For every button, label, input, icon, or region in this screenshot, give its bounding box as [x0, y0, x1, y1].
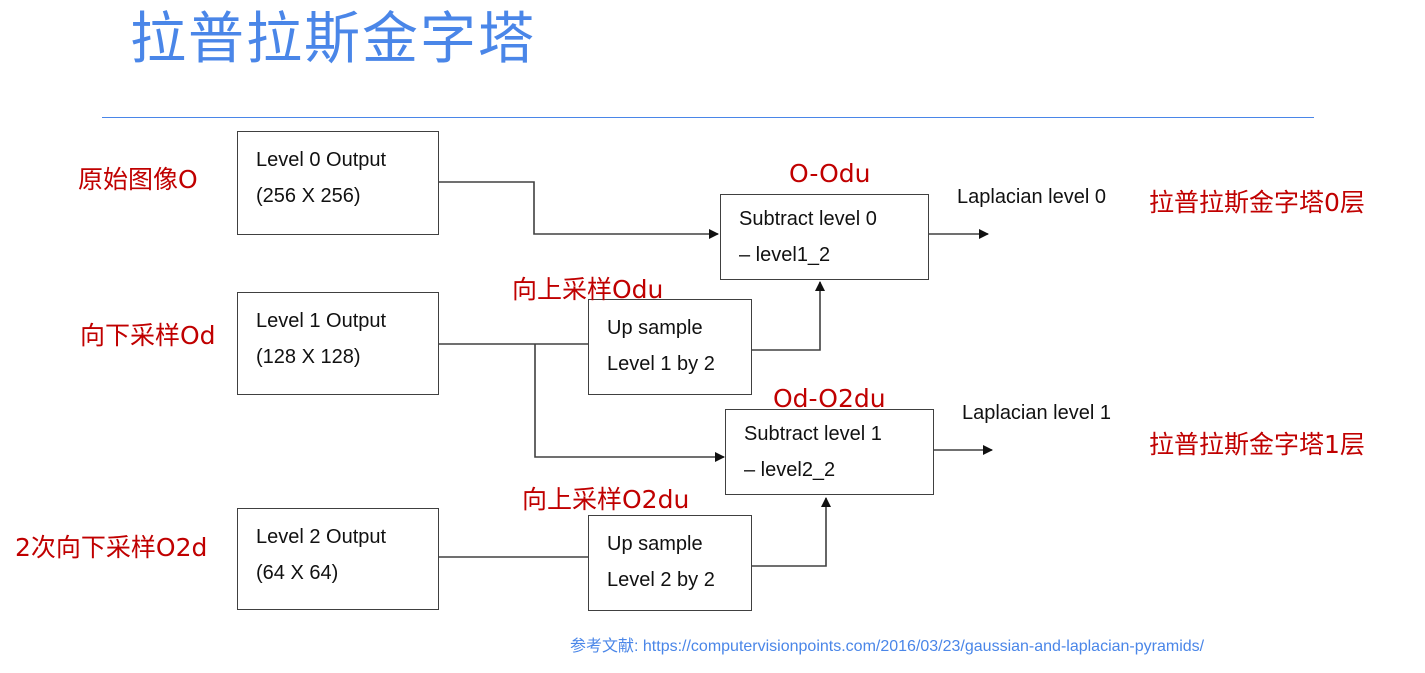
- level0-output-box: Level 0 Output (256 X 256): [237, 131, 439, 235]
- level2-output-box: Level 2 Output (64 X 64): [237, 508, 439, 610]
- reference-link[interactable]: https://computervisionpoints.com/2016/03…: [643, 638, 1204, 655]
- output-laplacian-level1: Laplacian level 1: [962, 402, 1111, 424]
- annotation-original-image: 原始图像O: [78, 165, 198, 194]
- upsample2-title: Up sample: [607, 533, 703, 555]
- subtract1-box: Subtract level 1 – level2_2: [725, 409, 934, 495]
- upsample2-box: Up sample Level 2 by 2: [588, 515, 752, 611]
- level0-size: (256 X 256): [256, 185, 361, 207]
- reference-label: 参考文献:: [570, 638, 639, 655]
- level0-title: Level 0 Output: [256, 149, 387, 171]
- upsample1-factor: Level 1 by 2: [607, 353, 715, 375]
- level2-title: Level 2 Output: [256, 526, 387, 548]
- annotation-upsample-odu: 向上采样Odu: [512, 275, 664, 304]
- connector-upsample2-to-subtract1: [751, 497, 831, 567]
- annotation-diff1: Od-O2du: [773, 384, 886, 413]
- subtract1-operand: – level2_2: [744, 459, 836, 481]
- subtract0-title: Subtract level 0: [739, 208, 877, 230]
- connector-upsample1-to-subtract0: [751, 281, 825, 351]
- annotation-upsample-o2du: 向上采样O2du: [522, 485, 690, 514]
- subtract0-box: Subtract level 0 – level1_2: [720, 194, 929, 280]
- connector-level0-to-subtract0: [438, 181, 719, 239]
- annotation-pyramid-level0: 拉普拉斯金字塔0层: [1149, 188, 1365, 217]
- output-laplacian-level0: Laplacian level 0: [957, 186, 1106, 208]
- upsample1-box: Up sample Level 1 by 2: [588, 299, 752, 395]
- reference: 参考文献: https://computervisionpoints.com/2…: [570, 632, 1204, 656]
- subtract0-operand: – level1_2: [739, 244, 831, 266]
- level1-title: Level 1 Output: [256, 310, 387, 332]
- subtract1-title: Subtract level 1: [744, 423, 882, 445]
- upsample1-title: Up sample: [607, 317, 703, 339]
- level2-size: (64 X 64): [256, 562, 339, 584]
- annotation-diff0: O-Odu: [789, 159, 871, 188]
- annotation-downsample: 向下采样Od: [80, 321, 216, 350]
- level1-size: (128 X 128): [256, 346, 361, 368]
- annotation-downsample-twice: 2次向下采样O2d: [15, 533, 208, 562]
- upsample2-factor: Level 2 by 2: [607, 569, 715, 591]
- annotation-pyramid-level1: 拉普拉斯金字塔1层: [1149, 430, 1365, 459]
- level1-output-box: Level 1 Output (128 X 128): [237, 292, 439, 395]
